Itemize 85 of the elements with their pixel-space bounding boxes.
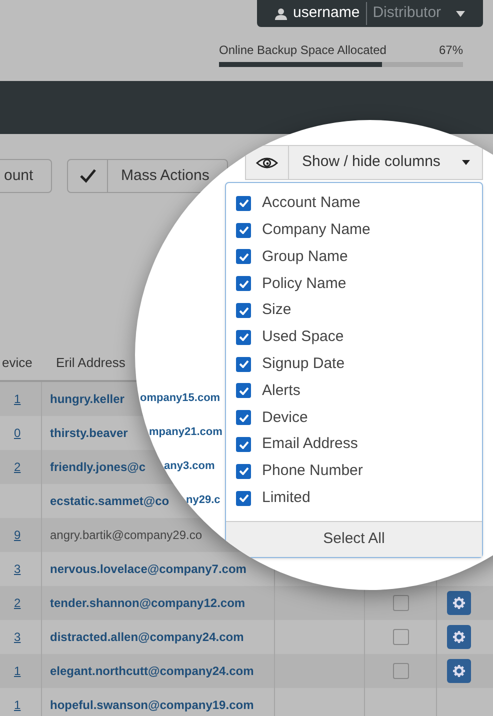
device-count-link[interactable]: 3 (14, 560, 21, 578)
caret-icon (456, 10, 465, 16)
column-label: Device (262, 408, 308, 428)
device-count-link[interactable]: 9 (14, 526, 21, 544)
email-cell-text: elegant.northcutt@company24.com (50, 663, 254, 680)
column-label: Group Name (262, 246, 348, 267)
email-cell-text: mpany21.com (149, 425, 222, 440)
column-label: Used Space (262, 327, 344, 348)
check-icon (238, 467, 248, 476)
email-cell-text: hopeful.swanson@company19.com (50, 697, 254, 714)
caret-icon (462, 160, 470, 165)
column-checkbox[interactable] (236, 464, 251, 479)
column-checkbox[interactable] (236, 356, 251, 372)
check-icon (238, 360, 248, 368)
check-icon (238, 306, 248, 315)
settings-button[interactable] (447, 659, 471, 683)
check-icon (238, 494, 248, 502)
email-cell-text: angry.bartik@company29.co (50, 527, 202, 544)
device-count-link[interactable]: 1 (14, 662, 21, 680)
select-all-button[interactable]: Select All (226, 521, 482, 557)
eye-icon (256, 156, 278, 168)
check-icon (238, 333, 248, 342)
check-icon (238, 252, 248, 261)
check-icon (238, 226, 248, 234)
row-checkbox[interactable] (392, 663, 408, 679)
gear-icon (453, 631, 465, 643)
backup-percent: 67% (438, 42, 463, 59)
column-checkbox[interactable] (236, 249, 251, 264)
column-checkbox[interactable] (236, 437, 251, 452)
check-icon (238, 280, 248, 288)
device-count-link[interactable]: 0 (14, 424, 21, 442)
user-menu-button[interactable]: username Distributor (257, 0, 483, 27)
email-cell-text: hungry.keller (50, 391, 124, 408)
email-cell-text: distracted.allen@company24.com (50, 629, 244, 646)
check-icon (238, 199, 248, 208)
row-checkbox[interactable] (392, 629, 408, 645)
column-checkbox[interactable] (236, 490, 251, 506)
column-label: Email Address (262, 434, 358, 454)
column-label: Size (262, 300, 292, 320)
row-checkbox[interactable] (392, 595, 408, 611)
check-icon (238, 440, 248, 449)
column-label: Limited (262, 488, 310, 508)
column-checkbox[interactable] (236, 303, 251, 318)
email-cell-text: ompany15.com (140, 391, 220, 406)
device-count-link[interactable]: 3 (14, 628, 21, 646)
user-icon (275, 8, 287, 20)
email-cell-text: any3.com (164, 459, 215, 474)
mass-actions-label: Mass Actions (120, 166, 210, 186)
column-label: Policy Name (262, 274, 346, 294)
column-label: Signup Date (262, 354, 345, 374)
check-icon (238, 414, 248, 422)
email-cell-text: ecstatic.sammet@co (50, 493, 170, 510)
device-count-link[interactable]: 1 (14, 390, 21, 408)
column-checkbox[interactable] (236, 276, 251, 292)
email-cell-text: nervous.lovelace@company7.com (50, 561, 246, 578)
column-label: Phone Number (262, 461, 363, 482)
column-checkbox[interactable] (236, 222, 251, 238)
email-cell-text: friendly.jones@c (50, 459, 146, 476)
backup-label: Online Backup Space Allocated (219, 42, 386, 59)
device-count-link[interactable]: 2 (14, 458, 21, 476)
username: username (293, 3, 360, 24)
email-cell-text: tender.shannon@company12.com (50, 595, 246, 612)
show-hide-columns-button[interactable]: Show / hide columns (245, 145, 483, 180)
gear-icon (453, 665, 465, 677)
column-label: Account Name (262, 193, 360, 214)
column-checkbox[interactable] (236, 196, 251, 211)
gear-icon (453, 597, 465, 609)
device-count-link[interactable]: 2 (14, 594, 21, 612)
column-checkbox[interactable] (236, 410, 251, 426)
user-role: Distributor (366, 2, 442, 25)
column-label: Alerts (262, 380, 300, 401)
email-cell-text: thirsty.beaver (50, 425, 128, 442)
account-button[interactable]: ount (0, 159, 52, 193)
column-checkbox[interactable] (236, 383, 251, 398)
column-checkbox[interactable] (236, 330, 251, 345)
settings-button[interactable] (447, 591, 471, 615)
settings-button[interactable] (447, 625, 471, 649)
columns-button-label: Show / hide columns (301, 152, 440, 172)
email-cell-text: ny29.c (186, 493, 220, 508)
device-count-link[interactable]: 1 (14, 696, 21, 714)
check-icon (238, 386, 248, 395)
column-label: Company Name (262, 220, 370, 240)
column-header: Eril Address (56, 354, 126, 372)
check-icon (80, 169, 96, 183)
column-header: evice (1, 354, 34, 372)
